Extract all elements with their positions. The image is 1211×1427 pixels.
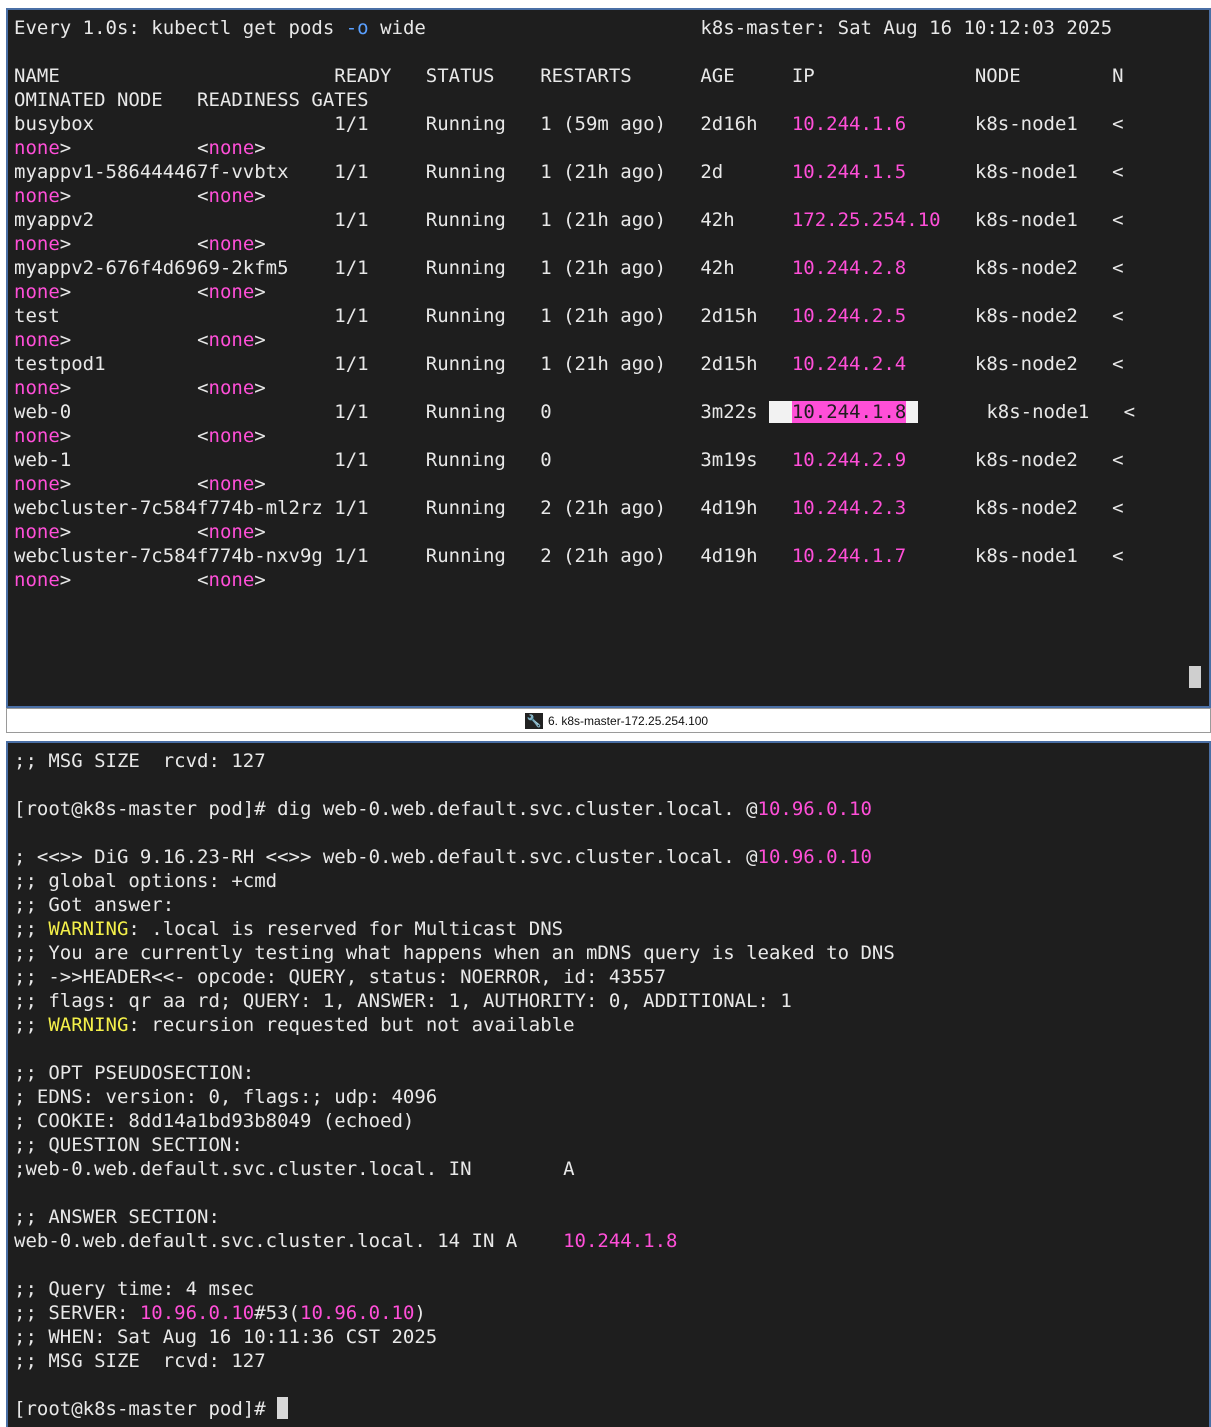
- warning-line-recursion: ;; WARNING: recursion requested but not …: [14, 1014, 575, 1036]
- pod-ip: 10.244.2.5: [791, 305, 907, 327]
- opt-section-heading: ;; OPT PSEUDOSECTION:: [14, 1062, 255, 1084]
- pod-row: webcluster-7c584f774b-nxv9g 1/1 Running …: [14, 545, 1124, 567]
- warning-line-mdns: ;; WARNING: .local is reserved for Multi…: [14, 918, 564, 940]
- answer-line: web-0.web.default.svc.cluster.local. 14 …: [14, 1230, 678, 1252]
- pod-row: web-1 1/1 Running 0 3m19s 10.244.2.9 k8s…: [14, 449, 1124, 471]
- pod-row-wrapped: none> <none>: [14, 521, 266, 543]
- dig-output: ;; MSG SIZE rcvd: 127 [root@k8s-master p…: [14, 749, 1209, 1421]
- pod-row: busybox 1/1 Running 1 (59m ago) 2d16h 10…: [14, 113, 1124, 135]
- session-tab-label: 6. k8s-master-172.25.254.100: [548, 714, 709, 728]
- pod-ip: 10.244.1.7: [791, 545, 907, 567]
- pod-row-wrapped: none> <none>: [14, 137, 266, 159]
- msg-size-line-bottom: ;; MSG SIZE rcvd: 127: [14, 1350, 266, 1372]
- session-tab[interactable]: 🔧 6. k8s-master-172.25.254.100: [525, 711, 708, 731]
- pod-row-wrapped: none> <none>: [14, 233, 266, 255]
- watch-terminal-pane[interactable]: Every 1.0s: kubectl get pods -o wide k8s…: [6, 8, 1211, 708]
- scrollbar-thumb[interactable]: [1189, 666, 1201, 688]
- flags-line: ;; flags: qr aa rd; QUERY: 1, ANSWER: 1,…: [14, 990, 792, 1012]
- server-line: ;; SERVER: 10.96.0.10#53(10.96.0.10): [14, 1302, 426, 1324]
- header-line: ;; ->>HEADER<<- opcode: QUERY, status: N…: [14, 966, 667, 988]
- cookie-line: ; COOKIE: 8dd14a1bd93b8049 (echoed): [14, 1110, 415, 1132]
- pod-ip: 10.244.2.3: [791, 497, 907, 519]
- edns-line: ; EDNS: version: 0, flags:; udp: 4096: [14, 1086, 438, 1108]
- query-time-line: ;; Query time: 4 msec: [14, 1278, 255, 1300]
- question-section-heading: ;; QUESTION SECTION:: [14, 1134, 243, 1156]
- pod-row: webcluster-7c584f774b-ml2rz 1/1 Running …: [14, 497, 1124, 519]
- pod-ip: 10.244.2.4: [791, 353, 907, 375]
- pod-ip: 10.244.2.8: [791, 257, 907, 279]
- dig-command-line: [root@k8s-master pod]# dig web-0.web.def…: [14, 798, 872, 820]
- when-line: ;; WHEN: Sat Aug 16 10:11:36 CST 2025: [14, 1326, 438, 1348]
- pod-ip: 10.244.1.8: [768, 401, 918, 423]
- shell-prompt[interactable]: [root@k8s-master pod]#: [14, 1397, 289, 1420]
- pod-row-wrapped: none> <none>: [14, 185, 266, 207]
- pod-row-wrapped: none> <none>: [14, 473, 266, 495]
- pod-row-wrapped: none> <none>: [14, 569, 266, 591]
- mdns-leak-line: ;; You are currently testing what happen…: [14, 942, 895, 964]
- pane-divider[interactable]: [0, 733, 1211, 741]
- pod-row: test 1/1 Running 1 (21h ago) 2d15h 10.24…: [14, 305, 1124, 327]
- pod-row: testpod1 1/1 Running 1 (21h ago) 2d15h 1…: [14, 353, 1124, 375]
- pod-row-wrapped: none> <none>: [14, 425, 266, 447]
- pod-row-wrapped: none> <none>: [14, 281, 266, 303]
- answer-section-heading: ;; ANSWER SECTION:: [14, 1206, 220, 1228]
- pod-row: myappv2 1/1 Running 1 (21h ago) 42h 172.…: [14, 209, 1124, 231]
- session-tab-bar: 🔧 6. k8s-master-172.25.254.100: [6, 708, 1211, 733]
- pod-row: web-0 1/1 Running 0 3m22s 10.244.1.8 k8s…: [14, 401, 1136, 423]
- dig-terminal-pane[interactable]: ;; MSG SIZE rcvd: 127 [root@k8s-master p…: [6, 741, 1211, 1427]
- pod-rows: busybox 1/1 Running 1 (59m ago) 2d16h 10…: [14, 113, 1135, 591]
- pod-ip: 10.244.2.9: [791, 449, 907, 471]
- watch-output: Every 1.0s: kubectl get pods -o wide k8s…: [14, 16, 1209, 592]
- pod-row: myappv1-586444467f-vvbtx 1/1 Running 1 (…: [14, 161, 1124, 183]
- pod-row: myappv2-676f4d6969-2kfm5 1/1 Running 1 (…: [14, 257, 1124, 279]
- pod-row-wrapped: none> <none>: [14, 377, 266, 399]
- pod-ip: 172.25.254.10: [791, 209, 941, 231]
- column-headers-wrapped: OMINATED NODE READINESS GATES: [14, 89, 369, 111]
- wrench-icon: 🔧: [525, 713, 543, 729]
- msg-size-line: ;; MSG SIZE rcvd: 127: [14, 750, 266, 772]
- watch-header-command: Every 1.0s: kubectl get pods -o wide: [14, 17, 426, 39]
- watch-header-host-time: k8s-master: Sat Aug 16 10:12:03 2025: [700, 17, 1113, 39]
- pod-row-wrapped: none> <none>: [14, 329, 266, 351]
- question-line: ;web-0.web.default.svc.cluster.local. IN…: [14, 1158, 575, 1180]
- column-headers: NAME READY STATUS RESTARTS AGE IP NODE N: [14, 65, 1124, 87]
- terminal-cursor: [277, 1397, 289, 1419]
- pod-ip: 10.244.1.6: [791, 113, 907, 135]
- pod-ip: 10.244.1.5: [791, 161, 907, 183]
- got-answer-line: ;; Got answer:: [14, 894, 175, 916]
- global-options-line: ;; global options: +cmd: [14, 870, 278, 892]
- dig-banner: ; <<>> DiG 9.16.23-RH <<>> web-0.web.def…: [14, 846, 872, 868]
